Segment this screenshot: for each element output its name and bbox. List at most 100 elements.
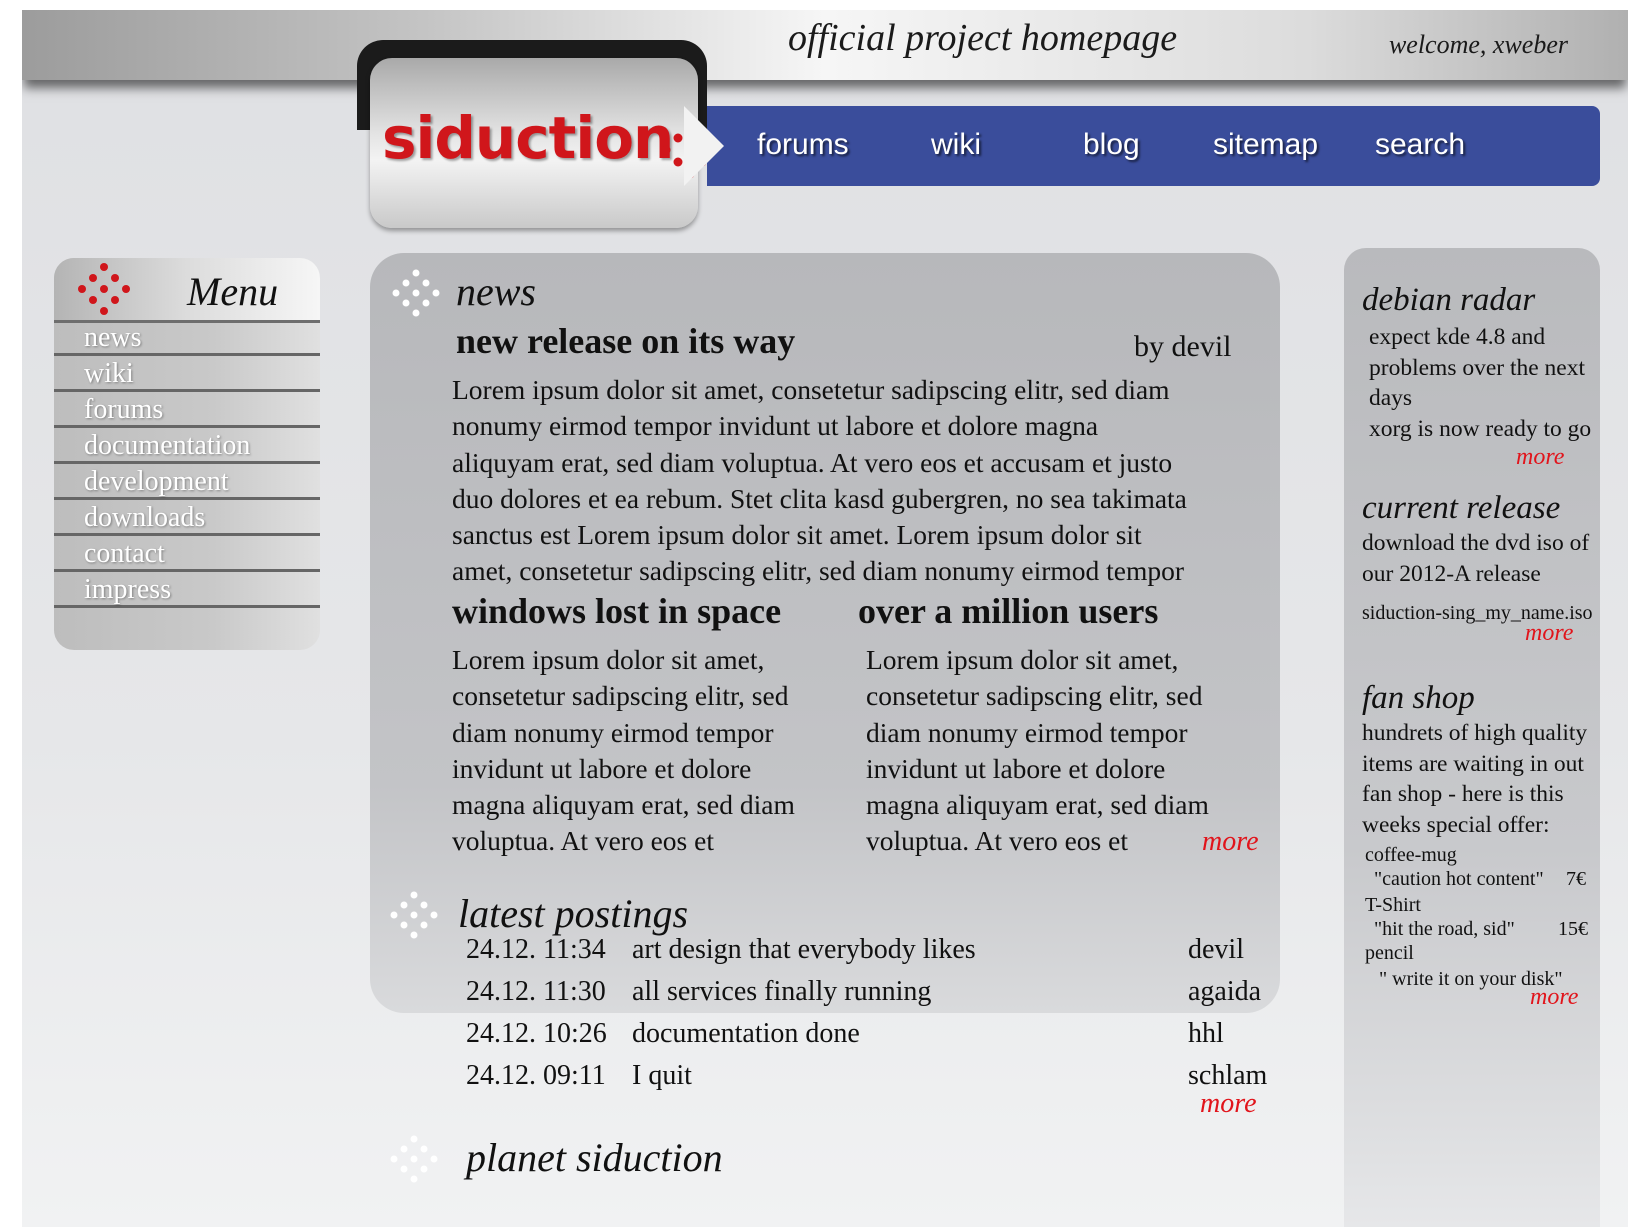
lead-article-byline: by devil [1134,330,1232,363]
site-tagline: official project homepage [788,17,1178,59]
menu-item-wiki[interactable]: wiki [54,356,320,392]
current-release-title: current release [1362,490,1561,526]
posting-date: 24.12. 11:34 [466,934,606,965]
shop-item-price: 15€ [1558,918,1588,940]
menu-item-forums[interactable]: forums [54,392,320,428]
body-line: Lorem ipsum dolor sit amet, [452,644,765,675]
shop-item-name: coffee-mug [1365,844,1457,866]
fan-shop-more-link[interactable]: more [1530,984,1578,1011]
postings-section-title: latest postings [458,891,689,936]
posting-row[interactable]: 24.12. 10:26 documentation done hhl [22,1018,1322,1060]
body-line: diam nonumy eirmod tempor [452,716,774,748]
debian-radar-text: expect kde 4.8 and problems over the nex… [1369,322,1599,444]
menu-item-development[interactable]: development [54,464,320,500]
shop-item-price: 7€ [1566,868,1586,890]
nav-sitemap[interactable]: sitemap [1213,128,1318,162]
body-line: aliquyam erat, sed diam voluptua. At ver… [452,446,1173,478]
nav-blog[interactable]: blog [1083,128,1140,162]
posting-title[interactable]: all services finally running [632,976,931,1008]
lead-article-body: Lorem ipsum dolor sit amet, consetetur s… [452,372,1252,590]
posting-date: 24.12. 09:11 [466,1060,606,1091]
posting-date: 24.12. 11:30 [466,976,606,1007]
shop-item-slogan: "caution hot content" [1374,868,1544,890]
shop-line: weeks special offer: [1362,811,1550,838]
menu-item-label: downloads [84,502,206,533]
nav-search[interactable]: search [1375,128,1465,162]
body-line: duo dolores et ea rebum. Stet clita kasd… [452,482,1187,514]
news-section-icon [392,269,440,317]
welcome-user-text[interactable]: welcome, xweber [1389,30,1568,60]
posting-title[interactable]: art design that everybody likes [632,934,976,966]
body-line: invidunt ut labore et dolore [866,752,1166,784]
debian-radar-title: debian radar [1362,282,1536,318]
logo[interactable]: siduction [370,58,719,228]
nav-forums[interactable]: forums [757,128,849,162]
menu-item-news[interactable]: news [54,320,320,356]
menu-item-label: development [84,466,229,497]
page: official project homepage welcome, xwebe… [22,10,1628,1227]
posting-title[interactable]: I quit [632,1060,692,1092]
radar-line: xorg is now ready to go [1369,415,1592,442]
body-line: nonumy eirmod tempor invidunt ut labore … [452,410,1099,442]
logo-wordmark: siduction [382,104,674,172]
body-line: sanctus est Lorem ipsum dolor sit amet. … [452,519,1142,551]
planet-section-icon [390,1135,438,1183]
radar-line: problems over the next [1369,354,1586,381]
article-body-users: Lorem ipsum dolor sit amet, consetetur s… [866,642,1256,860]
radar-line: expect kde 4.8 and [1369,324,1546,350]
menu-title: Menu [187,269,279,314]
shop-line: fan shop - here is this [1362,781,1564,807]
debian-radar-more-link[interactable]: more [1516,444,1564,471]
shop-item-name: T-Shirt [1365,894,1421,916]
menu-item-downloads[interactable]: downloads [54,500,320,536]
body-line: magna aliquyam erat, sed diam [866,789,1209,821]
body-line: diam nonumy eirmod tempor [866,716,1188,748]
menu-item-label: wiki [84,358,134,389]
menu-item-documentation[interactable]: documentation [54,428,320,464]
posting-row[interactable]: 24.12. 11:34 art design that everybody l… [22,934,1322,976]
fan-shop-text: hundrets of high quality items are waiti… [1362,718,1598,840]
posting-author: hhl [1188,1018,1224,1049]
body-line: amet, consetetur sadipscing elitr, sed d… [452,555,1185,587]
menu-item-label: news [84,322,142,353]
planet-section-title: planet siduction [466,1135,723,1180]
release-line: our 2012-A release [1362,560,1541,587]
nav-arrow-decoration [684,106,724,186]
posting-row[interactable]: 24.12. 11:30 all services finally runnin… [22,976,1322,1018]
menu-item-label: impress [84,574,172,605]
menu-item-impress[interactable]: impress [54,572,320,608]
body-line: Lorem ipsum dolor sit amet, [866,644,1179,675]
body-line: magna aliquyam erat, sed diam [452,789,795,821]
article-body-windows: Lorem ipsum dolor sit amet, consetetur s… [452,642,842,860]
fan-shop-title: fan shop [1362,680,1475,716]
body-line: Lorem ipsum dolor sit amet, consetetur s… [452,374,1170,405]
news-more-link[interactable]: more [1202,826,1259,858]
release-line: download the dvd iso of [1362,530,1590,556]
posting-date: 24.12. 10:26 [466,1018,607,1049]
shop-item-slogan: "hit the road, sid" [1374,918,1515,940]
body-line: consetetur sadipscing elitr, sed [866,680,1203,712]
shop-line: items are waiting in out [1362,750,1584,777]
article-title-users[interactable]: over a million users [858,590,1158,632]
nav-wiki[interactable]: wiki [931,128,981,162]
posting-title[interactable]: documentation done [632,1018,860,1050]
body-line: voluptua. At vero eos et [866,825,1128,857]
posting-author: agaida [1188,976,1262,1007]
news-section-title: news [456,269,536,314]
menu-item-label: documentation [84,430,251,461]
shop-item-name: pencil [1365,942,1414,964]
article-title-windows[interactable]: windows lost in space [452,590,781,632]
body-line: invidunt ut labore et dolore [452,752,752,784]
body-line: voluptua. At vero eos et [452,825,714,857]
radar-line: days [1369,385,1413,411]
postings-more-link[interactable]: more [1200,1088,1257,1120]
posting-row[interactable]: 24.12. 09:11 I quit schlam [22,1060,1322,1102]
posting-author: devil [1188,934,1244,965]
menu-dots-icon [78,263,130,315]
current-release-more-link[interactable]: more [1525,620,1573,647]
menu-item-label: forums [84,394,164,425]
lead-article-title[interactable]: new release on its way [456,320,795,362]
body-line: consetetur sadipscing elitr, sed [452,680,789,712]
current-release-text: download the dvd iso of our 2012-A relea… [1362,528,1598,589]
menu-item-contact[interactable]: contact [54,536,320,572]
